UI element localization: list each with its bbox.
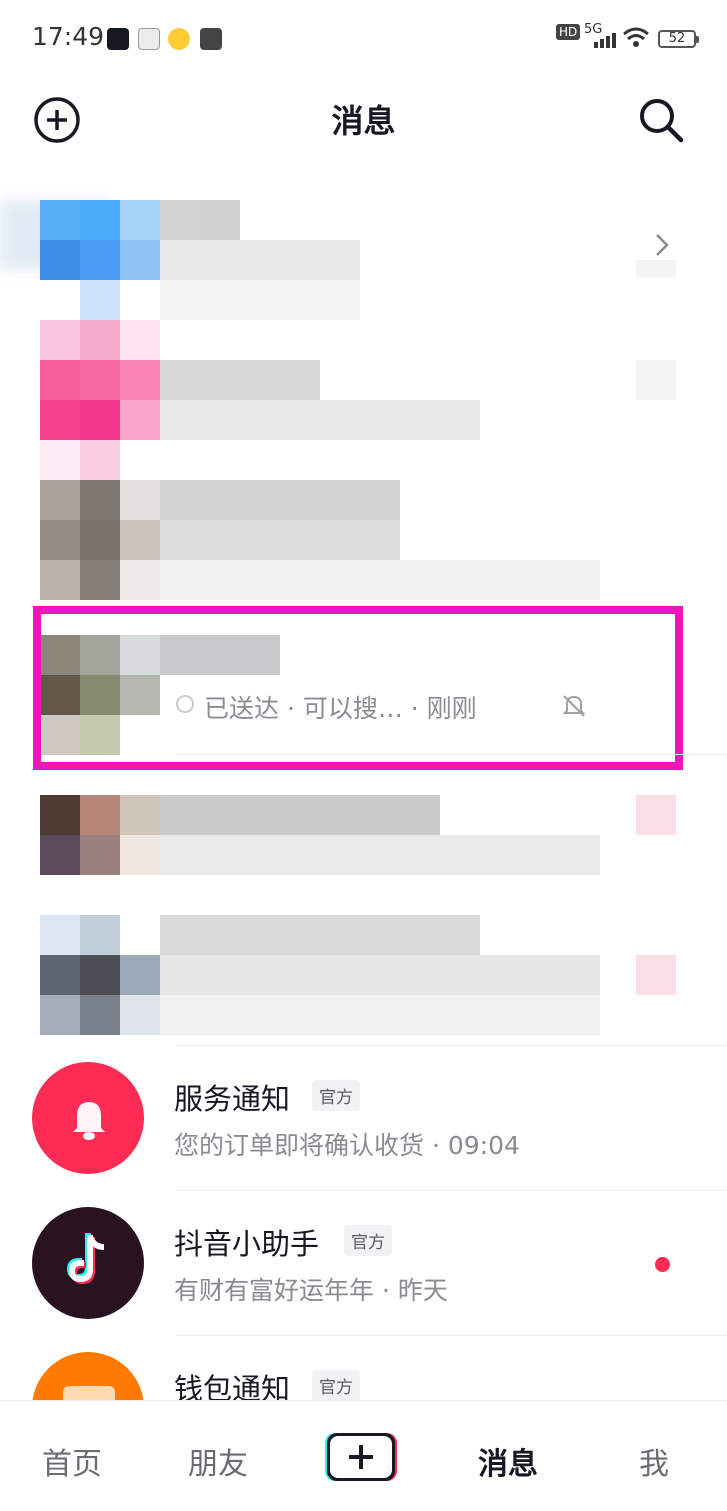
search-icon[interactable] (636, 95, 686, 145)
conversation-preview: 已送达 · 可以搜… · 刚刚 (204, 694, 477, 723)
nav-messages[interactable]: 消息 (458, 1439, 558, 1483)
status-time: 17:49 (32, 22, 105, 51)
row-subtitle: 您的订单即将确认收货 · 09:04 (174, 1131, 520, 1160)
toutiao-icon (138, 28, 160, 50)
douyin-icon (107, 28, 129, 50)
message-app-icon (200, 28, 222, 50)
official-badge: 官方 (312, 1080, 360, 1111)
status-bar: 17:49 HD 5G 52 (0, 0, 727, 78)
wallet-icon (63, 1386, 115, 1400)
divider (176, 754, 727, 755)
official-badge: 官方 (312, 1370, 360, 1400)
signal-icon (594, 33, 616, 48)
battery-indicator: 52 (658, 30, 699, 48)
nav-me[interactable]: 我 (604, 1439, 704, 1483)
page-title: 消息 (331, 102, 396, 140)
row-title: 服务通知 (174, 1082, 291, 1116)
list-item-douyin-assistant[interactable]: 抖音小助手 官方 有财有富好运年年 · 昨天 (0, 1191, 727, 1336)
bell-off-icon (562, 695, 586, 717)
clock-icon (176, 695, 194, 713)
row-subtitle: 有财有富好运年年 · 昨天 (174, 1276, 448, 1305)
weibo-icon (168, 28, 190, 50)
list-item-service-notice[interactable]: 服务通知 官方 您的订单即将确认收货 · 09:04 (0, 1046, 727, 1191)
bell-icon (73, 1102, 105, 1140)
hd-indicator: HD (556, 24, 581, 40)
nav-home[interactable]: 首页 (22, 1439, 122, 1483)
official-badge: 官方 (344, 1225, 392, 1256)
chevron-right-icon[interactable] (652, 232, 672, 258)
wifi-icon (623, 27, 649, 47)
plus-icon[interactable] (325, 1431, 401, 1483)
highlight-box (33, 606, 683, 770)
bottom-nav: 首页 朋友 消息 我 (0, 1400, 727, 1511)
unread-dot (655, 1257, 670, 1272)
tiktok-note-icon (66, 1233, 105, 1285)
list-item-wallet-notice[interactable]: 钱包通知 官方 (0, 1336, 727, 1400)
row-title: 钱包通知 (174, 1372, 291, 1400)
nav-friends[interactable]: 朋友 (168, 1439, 268, 1483)
row-title: 抖音小助手 (174, 1227, 320, 1261)
